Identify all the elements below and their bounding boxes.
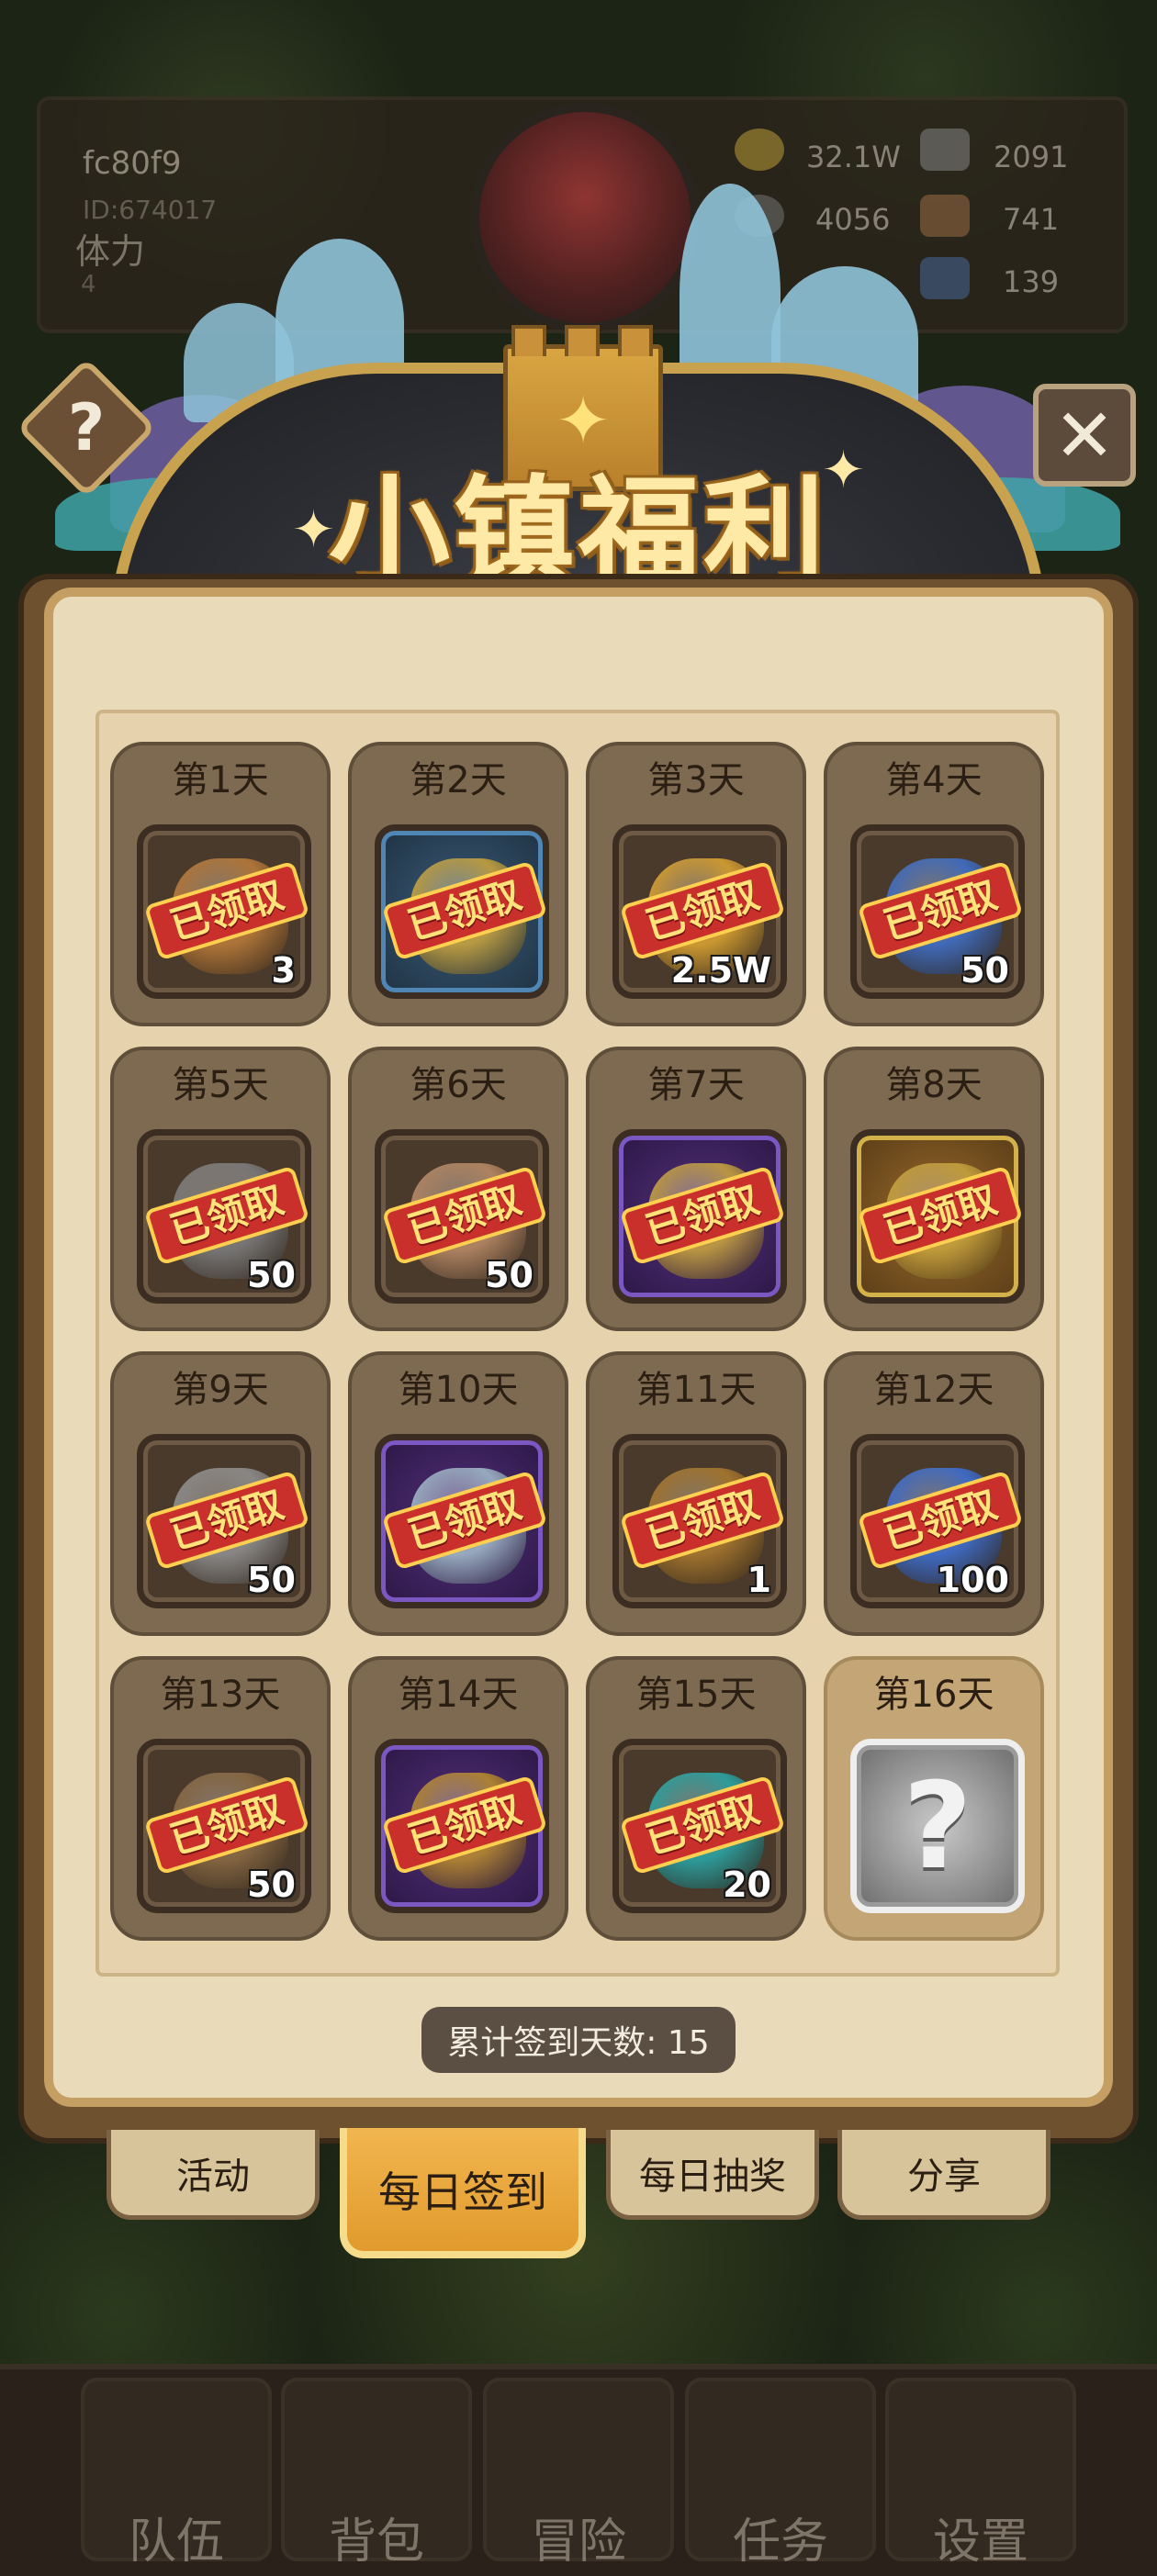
question-mark-icon: ?	[67, 390, 106, 465]
reward-quantity: 50	[960, 950, 1009, 991]
gold-amount: 32.1W	[806, 140, 901, 174]
day-card[interactable]: 第12天已领取 100	[824, 1351, 1044, 1636]
day-card[interactable]: 第4天已领取 50	[824, 742, 1044, 1026]
reward-quantity: 50	[247, 1560, 296, 1600]
day-card[interactable]: 第8天已领取	[824, 1047, 1044, 1331]
nav-team-label: 队伍	[128, 2514, 224, 2570]
day-card[interactable]: 第6天已领取 50	[348, 1047, 568, 1331]
tab-daily-lottery[interactable]: 每日抽奖	[606, 2130, 819, 2220]
day-label: 第7天	[647, 1064, 745, 1106]
reward-quantity: 50	[247, 1865, 296, 1905]
player-avatar	[470, 103, 700, 332]
day-label: 第1天	[172, 759, 269, 801]
nav-adventure-label: 冒险	[530, 2514, 626, 2570]
day-label: 第11天	[635, 1369, 757, 1411]
sparkle-icon: ✦	[822, 441, 865, 500]
day-label: 第3天	[647, 759, 745, 801]
reward-slot[interactable]: 已领取 20	[612, 1739, 787, 1913]
nav-bag-label: 背包	[328, 2514, 424, 2570]
reward-quantity: 1	[747, 1560, 771, 1600]
reward-slot[interactable]: 已领取 2.5W	[612, 824, 787, 999]
reward-slot[interactable]: 已领取 50	[137, 1129, 311, 1304]
reward-slot[interactable]: 已领取	[850, 1129, 1025, 1304]
day-card[interactable]: 第7天已领取	[586, 1047, 806, 1331]
reward-quantity: 50	[247, 1255, 296, 1295]
day-label: 第13天	[160, 1674, 281, 1716]
nav-settings-label: 设置	[932, 2514, 1028, 2570]
stamina-value: 4	[81, 271, 96, 298]
reward-slot[interactable]: ?	[850, 1739, 1025, 1913]
day-card[interactable]: 第9天已领取 50	[110, 1351, 331, 1636]
day-card[interactable]: 第2天已领取	[348, 742, 568, 1026]
sparkle-icon: ✦	[292, 500, 335, 560]
tower-notch	[618, 325, 653, 356]
hide-amount: 741	[1003, 202, 1060, 237]
day-label: 第4天	[885, 759, 983, 801]
day-card[interactable]: 第11天已领取 1	[586, 1351, 806, 1636]
day-label: 第8天	[885, 1064, 983, 1106]
reward-slot[interactable]: 已领取	[375, 824, 549, 999]
reward-slot[interactable]: 已领取 50	[850, 824, 1025, 999]
player-id: ID:674017	[83, 195, 218, 225]
reward-slot[interactable]: 已领取	[375, 1739, 549, 1913]
tab-activity[interactable]: 活动	[107, 2130, 320, 2220]
tab-share[interactable]: 分享	[837, 2130, 1050, 2220]
day-label: 第6天	[410, 1064, 507, 1106]
day-card[interactable]: 第10天已领取	[348, 1351, 568, 1636]
nav-quest-label: 任务	[732, 2514, 828, 2570]
checkin-counter: 累计签到天数: 15	[421, 2007, 736, 2073]
reward-quantity: 100	[936, 1560, 1009, 1600]
day-label: 第10天	[398, 1369, 519, 1411]
day-card[interactable]: 第14天已领取	[348, 1656, 568, 1941]
day-card[interactable]: 第16天?	[824, 1656, 1044, 1941]
ore-icon	[920, 129, 970, 171]
day-card[interactable]: 第3天已领取 2.5W	[586, 742, 806, 1026]
day-label: 第16天	[873, 1674, 994, 1716]
close-button[interactable]: ✕	[1033, 384, 1136, 487]
gold-coin-icon	[735, 129, 784, 171]
day-label: 第9天	[172, 1369, 269, 1411]
stone-amount: 4056	[815, 202, 891, 237]
day-label: 第14天	[398, 1674, 519, 1716]
day-card[interactable]: 第13天已领取 50	[110, 1656, 331, 1941]
reward-quantity: 3	[271, 950, 296, 991]
day-label: 第5天	[172, 1064, 269, 1106]
tower-notch	[511, 325, 546, 356]
reward-slot[interactable]: 已领取	[375, 1434, 549, 1608]
reward-slot[interactable]: 已领取 1	[612, 1434, 787, 1608]
gem-icon	[920, 257, 970, 299]
reward-quantity: 20	[723, 1865, 771, 1905]
reward-quantity: 2.5W	[670, 950, 771, 991]
reward-slot[interactable]: 已领取 50	[375, 1129, 549, 1304]
day-card[interactable]: 第15天已领取 20	[586, 1656, 806, 1941]
reward-slot[interactable]: 已领取 50	[137, 1739, 311, 1913]
hide-icon	[920, 195, 970, 237]
gem-amount: 139	[1003, 264, 1060, 299]
stamina-label: 体力	[75, 231, 146, 272]
tower-notch	[565, 325, 600, 356]
reward-quantity: 50	[485, 1255, 534, 1295]
reward-slot[interactable]: 已领取 3	[137, 824, 311, 999]
reward-slot[interactable]: 已领取	[612, 1129, 787, 1304]
day-card[interactable]: 第5天已领取 50	[110, 1047, 331, 1331]
tab-daily-checkin[interactable]: 每日签到	[340, 2128, 586, 2258]
reward-slot[interactable]: 已领取 50	[137, 1434, 311, 1608]
player-name: fc80f9	[83, 145, 182, 182]
day-label: 第12天	[873, 1369, 994, 1411]
mystery-reward-icon: ?	[903, 1756, 972, 1896]
day-label: 第2天	[410, 759, 507, 801]
ore-amount: 2091	[994, 140, 1069, 174]
reward-slot[interactable]: 已领取 100	[850, 1434, 1025, 1608]
day-label: 第15天	[635, 1674, 757, 1716]
day-card[interactable]: 第1天已领取 3	[110, 742, 331, 1026]
